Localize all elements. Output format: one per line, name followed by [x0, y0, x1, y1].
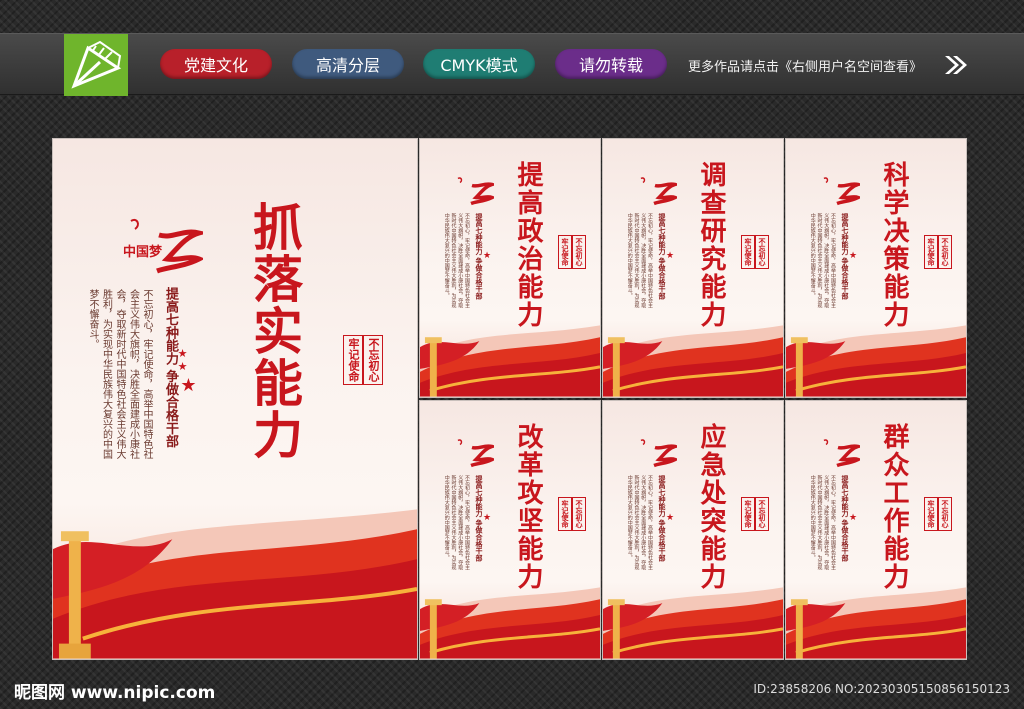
small-poster: 科学决策能力 不忘初心 牢记使命 提高七种能力 争做合格干部 ★ 不忘初心，牢记… — [785, 138, 967, 398]
red-ribbon-swoosh — [786, 587, 966, 659]
red-ribbon-swoosh — [786, 325, 966, 397]
small-poster: 提高政治能力 不忘初心 牢记使命 提高七种能力 争做合格干部 ★ 不忘初心，牢记… — [419, 138, 601, 398]
small-poster: 群众工作能力 不忘初心 牢记使命 提高七种能力 争做合格干部 ★ 不忘初心，牢记… — [785, 400, 967, 660]
china-dream-logo — [457, 177, 494, 206]
pen-nib-icon — [71, 40, 122, 89]
slogan-line-1: 不忘初心 — [363, 335, 383, 385]
slogan-line-1: 不忘初心 — [755, 235, 769, 269]
small-poster-body: 不忘初心，牢记使命，高举中国特色社会主义伟大旗帜，决胜全面建成小康社会，夺取新时… — [443, 475, 470, 570]
red-ribbon-swoosh — [420, 325, 600, 397]
star-large: ★ — [848, 513, 858, 523]
china-dream-logo — [823, 177, 860, 206]
red-ribbon-swoosh — [420, 587, 600, 659]
small-poster-slogan: 不忘初心 牢记使命 — [558, 497, 586, 535]
small-poster-body: 不忘初心，牢记使命，高举中国特色社会主义伟大旗帜，决胜全面建成小康社会，夺取新时… — [443, 213, 470, 308]
china-dream-logo — [823, 439, 860, 468]
small-poster-body: 不忘初心，牢记使命，高举中国特色社会主义伟大旗帜，决胜全面建成小康社会，夺取新时… — [626, 475, 653, 570]
more-works-link[interactable]: 更多作品请点击《右侧用户名空间查看》 — [688, 56, 922, 75]
slogan-line-1: 不忘初心 — [572, 235, 586, 269]
main-poster-title: 抓落实能力 — [245, 201, 304, 461]
red-ribbon-swoosh — [53, 509, 417, 659]
slogan-line-1: 不忘初心 — [938, 497, 952, 531]
red-ribbon-swoosh — [603, 587, 783, 659]
star-large: ★ — [665, 513, 675, 523]
slogan-line-2: 牢记使命 — [741, 497, 755, 531]
china-dream-logo — [457, 439, 494, 468]
main-poster-body: 不忘初心，牢记使命，高举中国特色社会主义伟大旗帜，决胜全面建成小康社会，夺取新时… — [87, 289, 152, 459]
tag-party-culture[interactable]: 党建文化 — [160, 49, 272, 79]
slogan-line-2: 牢记使命 — [924, 235, 938, 269]
small-poster-body: 不忘初心，牢记使命，高举中国特色社会主义伟大旗帜，决胜全面建成小康社会，夺取新时… — [626, 213, 653, 308]
small-poster-body: 不忘初心，牢记使命，高举中国特色社会主义伟大旗帜，决胜全面建成小康社会，夺取新时… — [809, 213, 836, 308]
main-poster: 抓落实能力 不忘初心 牢记使命 中国梦 提高七种能力 争做合格干部 ★★ ★ 不… — [52, 138, 418, 660]
small-poster-title: 提高政治能力 — [513, 161, 543, 329]
brand-logo[interactable] — [64, 34, 128, 96]
small-poster-slogan: 不忘初心 牢记使命 — [741, 497, 769, 535]
image-id: ID:23858206 NO:20230305150856150123 — [753, 682, 1010, 696]
china-dream-logo — [640, 177, 677, 206]
slogan-line-1: 不忘初心 — [938, 235, 952, 269]
small-poster: 调查研究能力 不忘初心 牢记使命 提高七种能力 争做合格干部 ★ 不忘初心，牢记… — [602, 138, 784, 398]
small-poster-title: 应急处突能力 — [696, 423, 726, 591]
star-large: ★ — [178, 375, 199, 396]
china-dream-logo — [640, 439, 677, 468]
small-poster-title: 科学决策能力 — [879, 161, 909, 329]
slogan-line-2: 牢记使命 — [741, 235, 755, 269]
slogan-line-1: 不忘初心 — [755, 497, 769, 531]
small-poster: 应急处突能力 不忘初心 牢记使命 提高七种能力 争做合格干部 ★ 不忘初心，牢记… — [602, 400, 784, 660]
site-watermark: 昵图网 www.nipic.com — [14, 683, 216, 703]
red-ribbon-swoosh — [603, 325, 783, 397]
star-column: ★★ — [176, 347, 189, 373]
main-poster-slogan: 不忘初心 牢记使命 — [343, 335, 383, 389]
slogan-line-2: 牢记使命 — [558, 235, 572, 269]
star-large: ★ — [665, 251, 675, 261]
china-dream-text: 中国梦 — [123, 245, 163, 260]
top-bar: 党建文化 高清分层 CMYK模式 请勿转载 更多作品请点击《右侧用户名空间查看》 — [0, 33, 1024, 96]
star-large: ★ — [848, 251, 858, 261]
slogan-line-1: 不忘初心 — [572, 497, 586, 531]
slogan-line-2: 牢记使命 — [343, 335, 363, 385]
small-poster-title: 群众工作能力 — [879, 423, 909, 591]
small-poster-title: 调查研究能力 — [696, 161, 726, 329]
small-poster: 改革攻坚能力 不忘初心 牢记使命 提高七种能力 争做合格干部 ★ 不忘初心，牢记… — [419, 400, 601, 660]
tag-cmyk-mode[interactable]: CMYK模式 — [423, 49, 535, 79]
slogan-line-2: 牢记使命 — [558, 497, 572, 531]
tag-no-repost[interactable]: 请勿转载 — [555, 49, 667, 79]
small-poster-slogan: 不忘初心 牢记使命 — [741, 235, 769, 273]
small-poster-title: 改革攻坚能力 — [513, 423, 543, 591]
double-arrow-right-icon[interactable] — [943, 54, 969, 76]
star-large: ★ — [482, 513, 492, 523]
tag-hd-layers[interactable]: 高清分层 — [292, 49, 404, 79]
slogan-line-2: 牢记使命 — [924, 497, 938, 531]
small-poster-slogan: 不忘初心 牢记使命 — [558, 235, 586, 273]
small-poster-slogan: 不忘初心 牢记使命 — [924, 497, 952, 535]
star-large: ★ — [482, 251, 492, 261]
small-poster-body: 不忘初心，牢记使命，高举中国特色社会主义伟大旗帜，决胜全面建成小康社会，夺取新时… — [809, 475, 836, 570]
small-poster-slogan: 不忘初心 牢记使命 — [924, 235, 952, 273]
